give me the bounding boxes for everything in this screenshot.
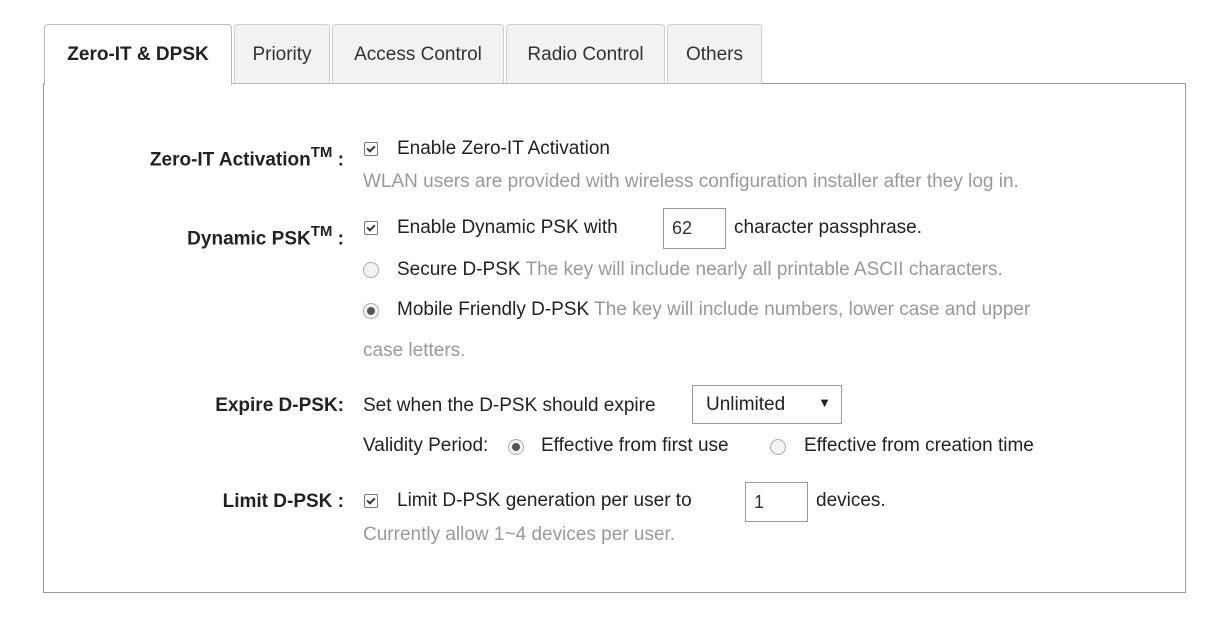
first-use-label: Effective from first use bbox=[541, 435, 729, 456]
mobile-friendly-dpsk-radio[interactable] bbox=[363, 303, 379, 319]
enable-dynamic-psk-checkbox[interactable] bbox=[364, 221, 378, 235]
enable-dynamic-psk-label: Enable Dynamic PSK with bbox=[397, 217, 618, 238]
secure-dpsk-option: Secure D-PSK The key will include nearly… bbox=[397, 259, 1003, 280]
tab-others[interactable]: Others bbox=[667, 24, 762, 84]
creation-time-radio[interactable] bbox=[770, 439, 786, 455]
tab-label: Others bbox=[685, 43, 744, 65]
expire-prompt: Set when the D-PSK should expire bbox=[363, 395, 656, 416]
zero-it-help-text: WLAN users are provided with wireless co… bbox=[363, 171, 1019, 192]
tab-label: Priority bbox=[252, 43, 312, 65]
chevron-down-icon: ▼ bbox=[818, 395, 831, 410]
secure-dpsk-radio[interactable] bbox=[363, 262, 379, 278]
tab-label: Access Control bbox=[354, 43, 482, 65]
tab-radio-control[interactable]: Radio Control bbox=[506, 24, 665, 84]
dynamic-psk-label: Dynamic PSKTM : bbox=[187, 223, 344, 250]
tab-zero-it-dpsk[interactable]: Zero-IT & DPSK bbox=[44, 24, 232, 85]
devices-suffix: devices. bbox=[816, 490, 886, 511]
tab-access-control[interactable]: Access Control bbox=[332, 24, 504, 84]
tab-priority[interactable]: Priority bbox=[234, 24, 330, 84]
limit-dpsk-label: Limit D-PSK : bbox=[222, 491, 344, 512]
expire-dpsk-label: Expire D-PSK: bbox=[215, 395, 344, 416]
mobile-friendly-dpsk-option: Mobile Friendly D-PSK The key will inclu… bbox=[397, 299, 1031, 320]
panel-divider bbox=[762, 83, 1186, 84]
limit-help-text: Currently allow 1~4 devices per user. bbox=[363, 524, 676, 545]
limit-dpsk-checkbox-label: Limit D-PSK generation per user to bbox=[397, 490, 692, 511]
tab-label: Radio Control bbox=[527, 43, 644, 65]
validity-period-label: Validity Period: bbox=[363, 435, 489, 456]
enable-zero-it-checkbox[interactable] bbox=[364, 142, 378, 156]
creation-time-label: Effective from creation time bbox=[804, 435, 1034, 456]
passphrase-suffix: character passphrase. bbox=[734, 217, 922, 238]
expire-select[interactable]: Unlimited ▼ bbox=[692, 385, 842, 424]
limit-dpsk-checkbox[interactable] bbox=[364, 494, 378, 508]
first-use-radio[interactable] bbox=[508, 439, 524, 455]
zero-it-activation-label: Zero-IT ActivationTM : bbox=[149, 144, 344, 171]
mobile-friendly-desc-continued: case letters. bbox=[363, 340, 466, 361]
expire-select-value: Unlimited bbox=[706, 393, 786, 415]
passphrase-length-input[interactable]: 62 bbox=[663, 208, 726, 249]
tab-label: Zero-IT & DPSK bbox=[67, 44, 209, 65]
device-limit-input[interactable]: 1 bbox=[745, 482, 808, 522]
tab-bar: Zero-IT & DPSK Priority Access Control R… bbox=[44, 24, 764, 85]
enable-zero-it-label: Enable Zero-IT Activation bbox=[397, 138, 610, 159]
